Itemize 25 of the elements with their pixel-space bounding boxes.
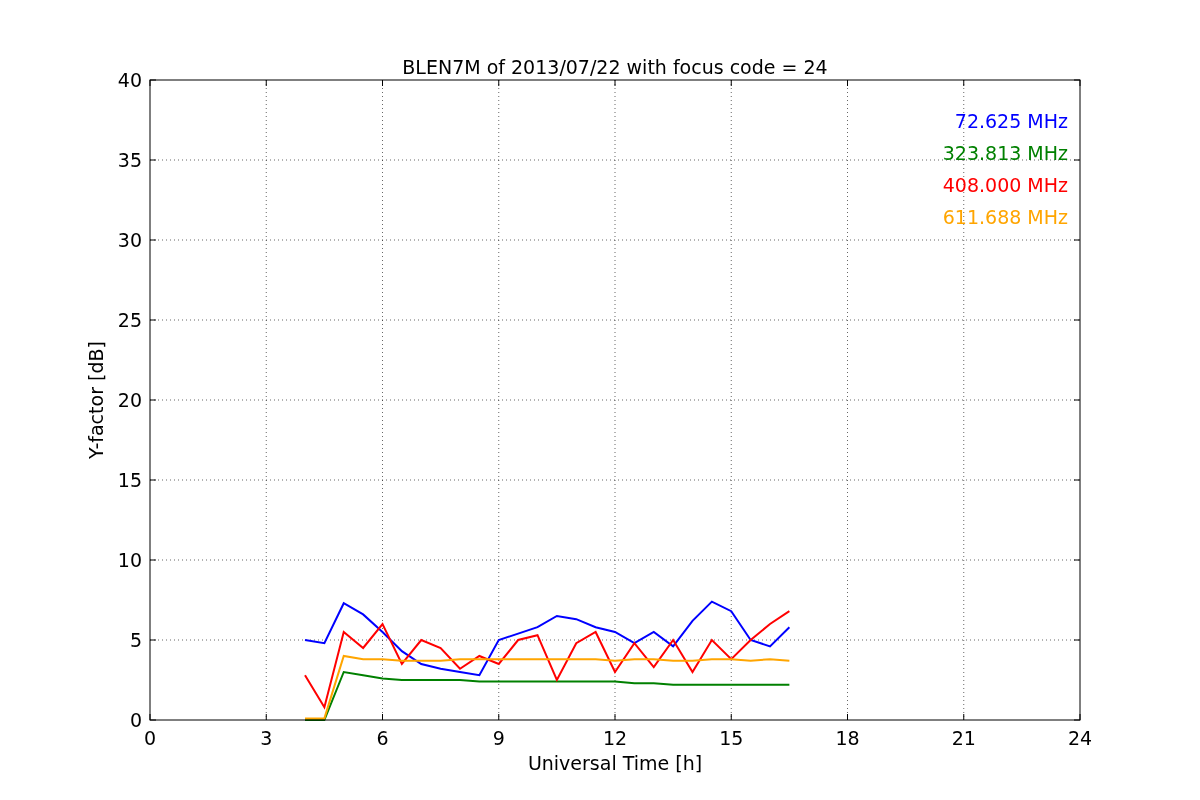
x-tick-label: 15 (719, 727, 744, 749)
y-tick-label: 20 (117, 389, 142, 411)
y-tick-label: 35 (117, 149, 142, 171)
x-tick-label: 9 (492, 727, 505, 749)
y-tick-label: 40 (117, 69, 142, 91)
legend-label: 408.000 MHz (942, 174, 1068, 196)
x-axis-label: Universal Time [h] (527, 752, 703, 774)
legend-label: 72.625 MHz (954, 110, 1068, 132)
y-tick-label: 25 (117, 309, 142, 331)
y-axis-label: Y-factor [dB] (85, 341, 107, 459)
x-tick-label: 24 (1067, 727, 1093, 749)
legend-label: 323.813 MHz (942, 142, 1068, 164)
chart-title: BLEN7M of 2013/07/22 with focus code = 24 (402, 56, 828, 78)
legend-label: 611.688 MHz (942, 206, 1068, 228)
y-tick-label: 10 (117, 549, 142, 571)
y-tick-label: 15 (117, 469, 142, 491)
x-tick-label: 6 (376, 727, 389, 749)
y-tick-label: 0 (129, 709, 142, 731)
x-tick-label: 21 (951, 727, 976, 749)
y-tick-label: 5 (129, 629, 142, 651)
y-tick-label: 30 (117, 229, 142, 251)
x-tick-label: 12 (602, 727, 628, 749)
x-tick-label: 18 (835, 727, 860, 749)
x-tick-label: 0 (143, 727, 157, 749)
x-tick-label: 3 (260, 727, 273, 749)
